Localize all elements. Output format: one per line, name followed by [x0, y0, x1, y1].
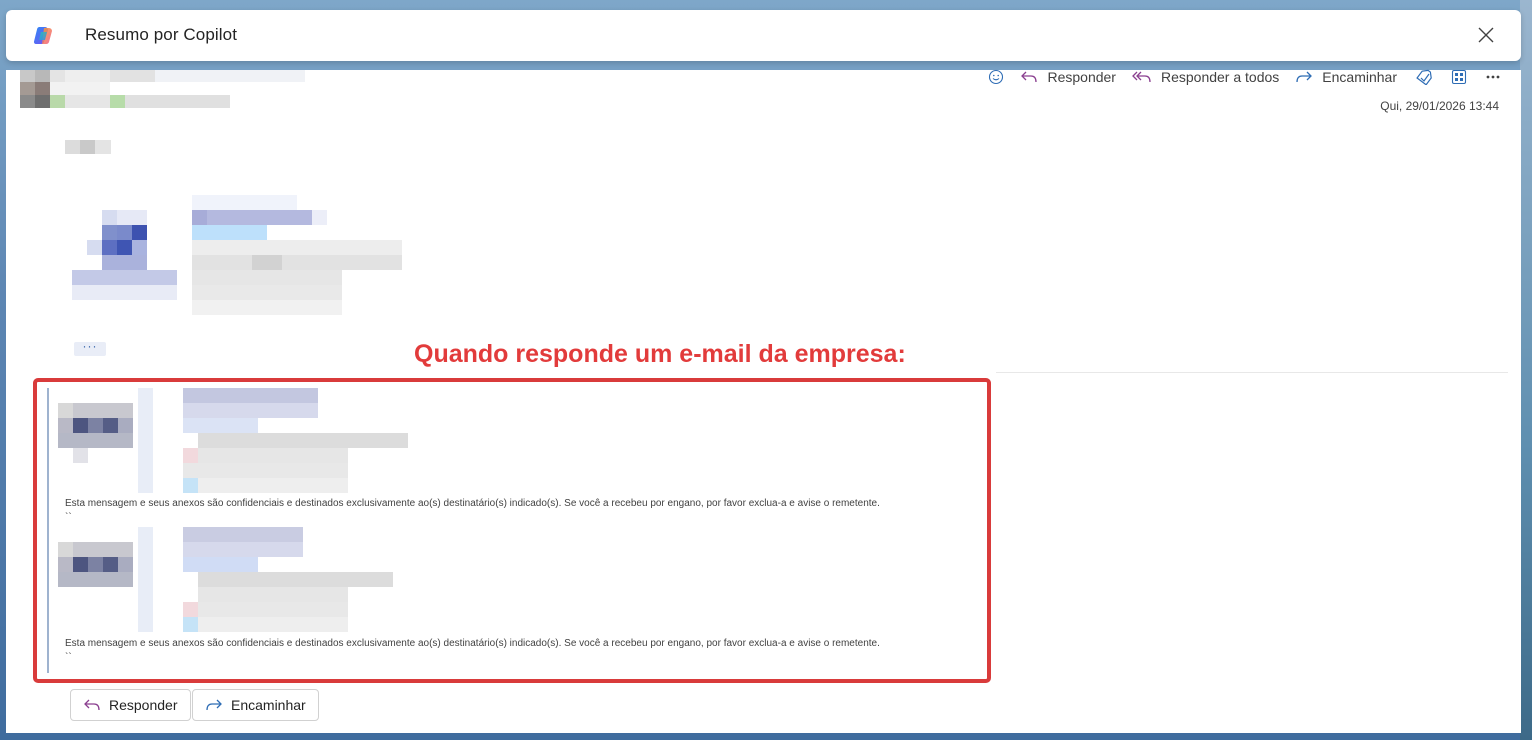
message-date: Qui, 29/01/2026 13:44 [1380, 99, 1499, 113]
tag-icon[interactable] [1415, 69, 1433, 85]
emoji-icon[interactable] [988, 69, 1004, 85]
signature-redacted [72, 195, 402, 315]
more-icon[interactable] [1485, 74, 1501, 80]
quoted-signature-redacted-1 [58, 388, 408, 493]
forward-label: Encaminhar [1322, 69, 1397, 85]
reply-button[interactable]: Responder [1020, 69, 1116, 85]
reply-label: Responder [1047, 69, 1116, 85]
message-reading-pane: Responder Responder a todos Encaminhar Q… [6, 69, 1521, 733]
forward-button[interactable]: Encaminhar [1295, 69, 1397, 85]
footer-reply-label: Responder [109, 697, 178, 713]
copilot-icon [32, 24, 56, 48]
greeting-redacted [65, 140, 111, 154]
confidentiality-disclaimer: Esta mensagem e seus anexos são confiden… [65, 498, 880, 509]
annotation-caption: Quando responde um e-mail da empresa: [414, 340, 906, 368]
reply-icon [84, 699, 100, 711]
forward-icon [206, 699, 222, 711]
desktop-background [1520, 0, 1532, 740]
reply-icon [1021, 71, 1038, 83]
message-toolbar: Responder Responder a todos Encaminhar [970, 69, 1501, 85]
footer-reply-button[interactable]: Responder [70, 689, 191, 721]
copilot-summary-banner: Resumo por Copilot [6, 10, 1521, 61]
apps-icon[interactable] [1451, 69, 1467, 85]
quoted-text-bar [47, 388, 49, 673]
quoted-backticks: `` [65, 512, 72, 523]
close-icon[interactable] [1473, 22, 1499, 48]
section-divider [996, 372, 1508, 373]
footer-forward-button[interactable]: Encaminhar [192, 689, 319, 721]
forward-icon [1296, 71, 1313, 83]
banner-title: Resumo por Copilot [85, 25, 238, 44]
show-more-button[interactable]: ··· [74, 340, 106, 356]
footer-forward-label: Encaminhar [231, 697, 306, 713]
sender-info-redacted [20, 70, 305, 108]
reply-all-icon [1132, 71, 1151, 83]
reply-all-button[interactable]: Responder a todos [1132, 69, 1280, 85]
confidentiality-disclaimer: Esta mensagem e seus anexos são confiden… [65, 638, 880, 649]
quoted-backticks: `` [65, 652, 72, 663]
reply-all-label: Responder a todos [1160, 69, 1280, 85]
quoted-signature-redacted-2 [58, 527, 393, 632]
